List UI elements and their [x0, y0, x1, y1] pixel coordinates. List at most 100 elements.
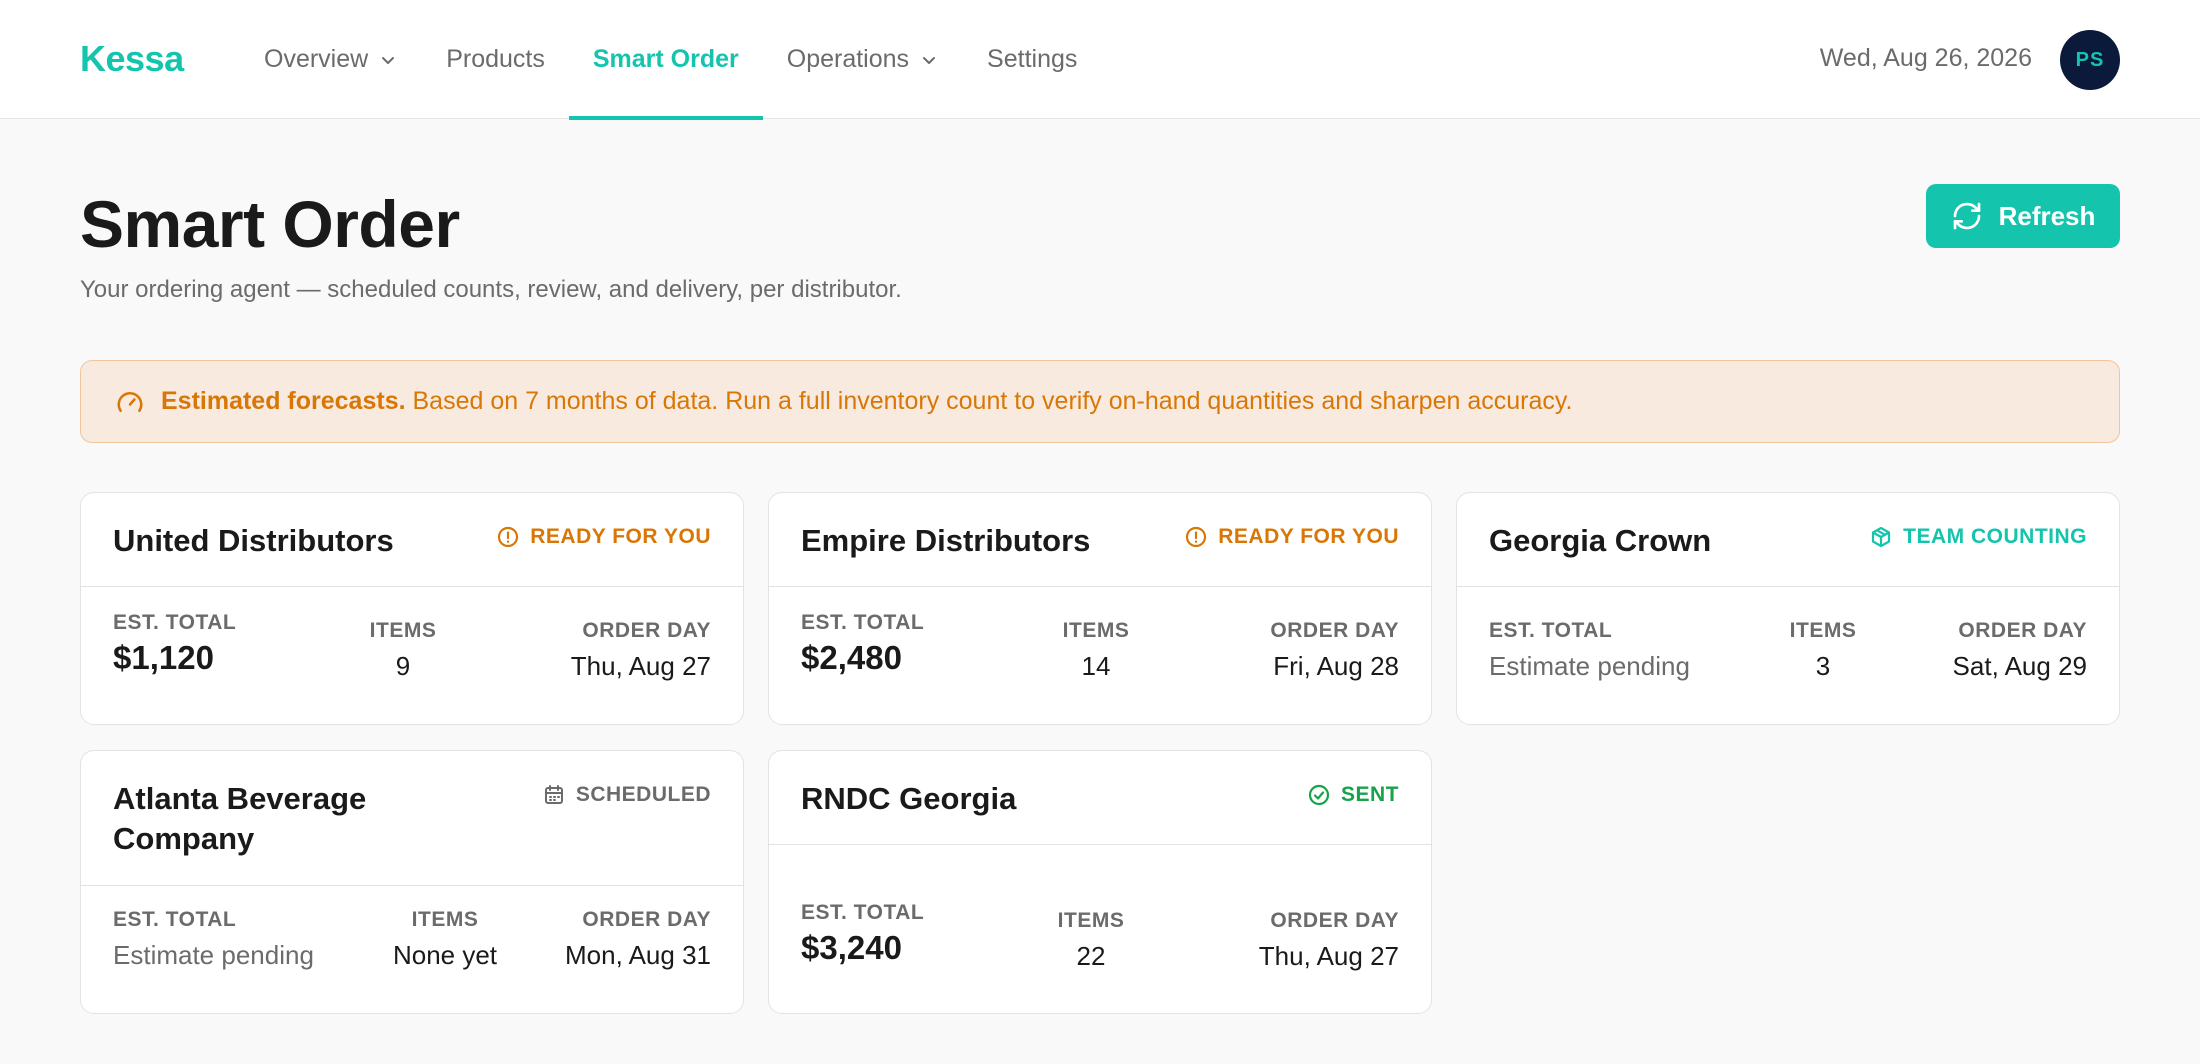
order-day-label: ORDER DAY: [1958, 619, 2087, 642]
order-day-value: Thu, Aug 27: [1258, 941, 1399, 971]
order-day-col: ORDER DAY Thu, Aug 27: [571, 619, 711, 682]
items-col: ITEMS None yet: [393, 908, 497, 971]
nav-item-label: Products: [446, 45, 545, 73]
alert-circle-icon: [498, 526, 519, 548]
card-body: EST. TOTAL $1,120 ITEMS 9 ORDER DAY Thu,…: [81, 587, 743, 724]
card-header: Atlanta Beverage Company SCHEDULED: [81, 751, 743, 886]
order-day-value: Mon, Aug 31: [565, 940, 711, 970]
order-day-col: ORDER DAY Sat, Aug 29: [1953, 619, 2087, 682]
page-title: Smart Order: [80, 187, 460, 261]
est-total-col: EST. TOTAL Estimate pending: [1489, 619, 1690, 682]
calendar-icon: [544, 785, 563, 804]
est-total-value: Estimate pending: [113, 940, 314, 970]
status-badge: READY FOR YOU: [1184, 525, 1399, 549]
order-day-value: Fri, Aug 28: [1273, 651, 1399, 681]
refresh-label: Refresh: [1998, 200, 2096, 231]
items-value: None yet: [392, 940, 498, 970]
status-badge: SCHEDULED: [542, 783, 711, 807]
order-day-col: ORDER DAY Mon, Aug 31: [565, 908, 711, 971]
est-total-label: EST. TOTAL: [113, 611, 237, 634]
app-logo[interactable]: Kessa: [80, 38, 184, 80]
order-day-value: Thu, Aug 27: [570, 651, 711, 681]
distributor-card[interactable]: United Distributors READY FOR YOU EST. T…: [80, 492, 744, 725]
current-date: Wed, Aug 26, 2026: [1819, 44, 2032, 72]
est-total-col: EST. TOTAL $1,120: [113, 611, 236, 677]
items-label: ITEMS: [369, 619, 437, 642]
status-label: TEAM COUNTING: [1903, 525, 2087, 548]
est-total-label: EST. TOTAL: [113, 908, 237, 931]
nav-item-products[interactable]: Products: [422, 0, 569, 119]
banner-text: Estimated forecasts. Based on 7 months o…: [161, 387, 1572, 416]
est-total-value: $1,120: [113, 639, 214, 676]
order-day-value: Sat, Aug 29: [1952, 651, 2087, 681]
card-header: Empire Distributors READY FOR YOU: [769, 493, 1431, 587]
est-total-value: $3,240: [801, 929, 902, 966]
est-total-label: EST. TOTAL: [1489, 619, 1613, 642]
card-header: United Distributors READY FOR YOU: [81, 493, 743, 587]
status-badge: READY FOR YOU: [496, 525, 711, 549]
distributor-card[interactable]: Atlanta Beverage Company SCHEDULED EST. …: [80, 750, 744, 1014]
status-badge: SENT: [1307, 783, 1399, 807]
distributor-card[interactable]: Georgia Crown TEAM COUNTING EST. TOTAL E…: [1456, 492, 2120, 725]
alert-circle-icon: [1186, 526, 1207, 548]
page-subtitle: Your ordering agent — scheduled counts, …: [80, 276, 902, 303]
nav-item-label: Settings: [987, 45, 1078, 73]
card-body: EST. TOTAL Estimate pending ITEMS 3 ORDE…: [1457, 587, 2119, 724]
main-nav: Overview Products Smart Order Operations…: [240, 0, 1101, 120]
items-col: ITEMS 22: [1058, 909, 1125, 972]
banner-bold: Estimated forecasts.: [161, 387, 406, 415]
est-total-label: EST. TOTAL: [801, 611, 925, 634]
refresh-button[interactable]: Refresh: [1926, 184, 2120, 248]
nav-item-smart-order[interactable]: Smart Order: [568, 0, 763, 120]
status-label: SENT: [1340, 783, 1399, 806]
nav-item-label: Overview: [264, 45, 369, 73]
items-col: ITEMS 9: [370, 619, 437, 682]
status-label: READY FOR YOU: [530, 525, 711, 548]
order-day-label: ORDER DAY: [1270, 909, 1399, 932]
est-total-label: EST. TOTAL: [801, 901, 925, 924]
items-col: ITEMS 3: [1790, 619, 1857, 682]
nav-item-overview[interactable]: Overview: [240, 0, 422, 119]
est-total-col: EST. TOTAL $2,480: [801, 611, 924, 677]
items-col: ITEMS 14: [1063, 619, 1130, 682]
status-badge: TEAM COUNTING: [1869, 525, 2087, 549]
card-body: EST. TOTAL $2,480 ITEMS 14 ORDER DAY Fri…: [769, 587, 1431, 724]
card-header: Georgia Crown TEAM COUNTING: [1457, 493, 2119, 587]
nav-item-operations[interactable]: Operations: [763, 0, 963, 119]
items-value: 14: [1081, 651, 1111, 681]
top-navigation-bar: Kessa Overview Products Smart Order Oper…: [0, 0, 2200, 120]
est-total-value: $2,480: [801, 639, 902, 676]
forecast-banner: Estimated forecasts. Based on 7 months o…: [80, 360, 2120, 443]
order-day-col: ORDER DAY Thu, Aug 27: [1259, 909, 1399, 972]
banner-detail: Based on 7 months of data. Run a full in…: [405, 387, 1573, 415]
est-total-col: EST. TOTAL Estimate pending: [113, 908, 314, 971]
items-label: ITEMS: [411, 908, 479, 931]
distributor-card[interactable]: Empire Distributors READY FOR YOU EST. T…: [768, 492, 1432, 725]
card-body: EST. TOTAL Estimate pending ITEMS None y…: [81, 886, 743, 1013]
gauge-icon: [117, 391, 143, 412]
box-icon: [1872, 526, 1891, 548]
nav-item-label: Smart Order: [592, 45, 739, 73]
check-circle-icon: [1308, 784, 1330, 806]
card-header: RNDC Georgia SENT: [769, 751, 1431, 845]
order-day-col: ORDER DAY Fri, Aug 28: [1270, 619, 1399, 682]
refresh-icon: [1953, 202, 1980, 230]
items-label: ITEMS: [1062, 619, 1130, 642]
est-total-value: Estimate pending: [1489, 651, 1690, 681]
chevron-down-icon: [382, 56, 395, 64]
chevron-down-icon: [923, 56, 936, 64]
est-total-col: EST. TOTAL $3,240: [801, 901, 924, 967]
status-label: SCHEDULED: [575, 783, 711, 806]
user-avatar[interactable]: PS: [2060, 30, 2120, 90]
status-label: READY FOR YOU: [1218, 525, 1399, 548]
order-day-label: ORDER DAY: [1270, 619, 1399, 642]
items-label: ITEMS: [1789, 619, 1857, 642]
order-day-label: ORDER DAY: [582, 908, 711, 931]
items-value: 9: [395, 651, 411, 681]
items-value: 3: [1815, 651, 1831, 681]
distributor-name: Atlanta Beverage Company: [113, 781, 367, 856]
nav-item-settings[interactable]: Settings: [963, 0, 1101, 119]
card-body: EST. TOTAL $3,240 ITEMS 22 ORDER DAY Thu…: [769, 845, 1431, 1013]
distributor-card[interactable]: RNDC Georgia SENT EST. TOTAL $3,240 ITEM…: [768, 750, 1432, 1014]
nav-item-label: Operations: [786, 45, 910, 73]
